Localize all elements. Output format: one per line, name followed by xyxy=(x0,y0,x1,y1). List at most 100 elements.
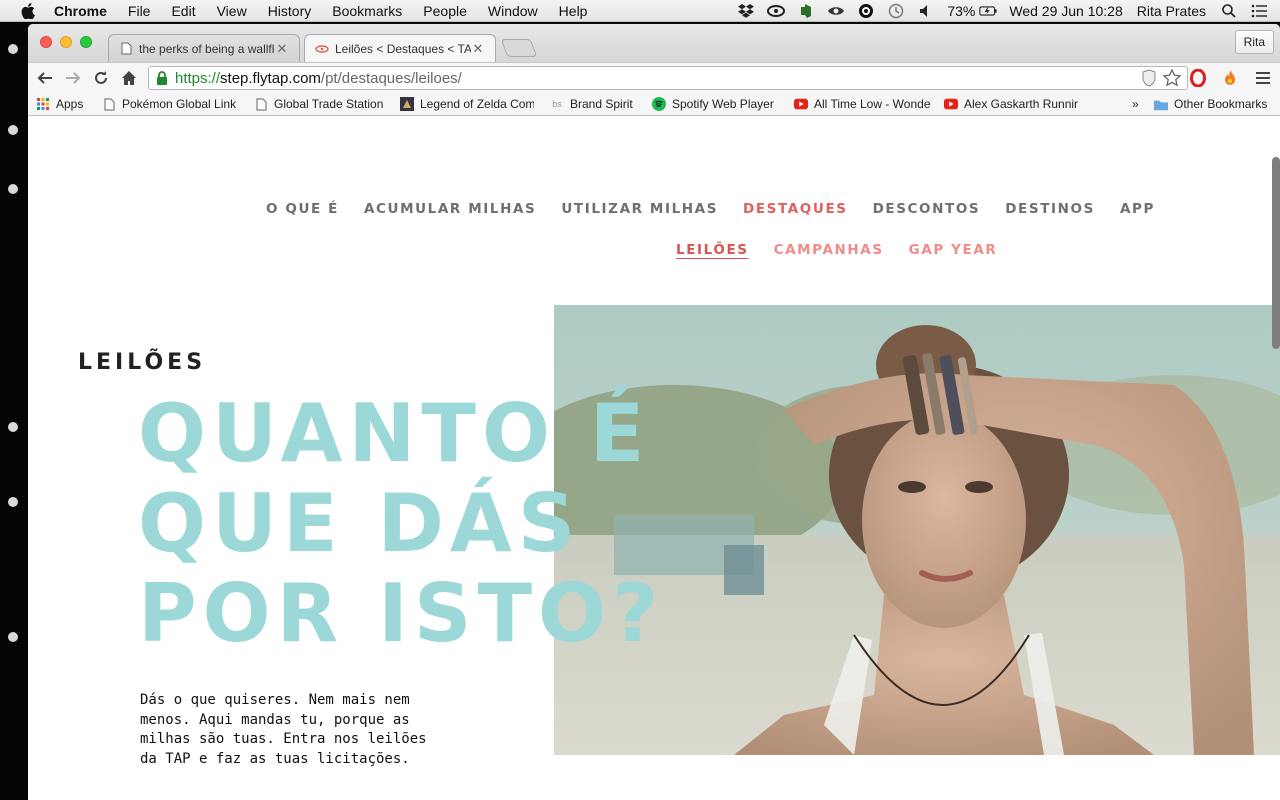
time-machine-icon[interactable] xyxy=(887,3,905,19)
spotify-icon xyxy=(652,97,666,111)
fire-extension-icon[interactable] xyxy=(1220,68,1240,88)
dropbox-icon[interactable] xyxy=(737,3,755,19)
bookmark-star-icon[interactable] xyxy=(1162,68,1182,91)
bookmarks-bar: Apps Pokémon Global Link Global Trade St… xyxy=(28,92,1280,116)
menu-people[interactable]: People xyxy=(423,3,467,19)
apple-icon[interactable] xyxy=(20,2,36,19)
bookmark-other-bookmarks[interactable]: Other Bookmarks xyxy=(1154,96,1272,112)
nav-utilizar-milhas[interactable]: UTILIZAR MILHAS xyxy=(561,201,718,217)
nav-destinos[interactable]: DESTINOS xyxy=(1005,201,1095,217)
tab-strip: the perks of being a wallflo ✕ Leilões <… xyxy=(28,24,1280,62)
clock[interactable]: Wed 29 Jun 10:28 xyxy=(1009,3,1122,19)
profile-button[interactable]: Rita xyxy=(1234,30,1274,54)
folder-icon xyxy=(1154,97,1168,111)
toolbar: https:// step.flytap.com /pt/destaques/l… xyxy=(28,62,1280,92)
nav-acumular-milhas[interactable]: ACUMULAR MILHAS xyxy=(364,201,536,217)
desktop-background xyxy=(0,22,28,800)
notifications-icon[interactable] xyxy=(1250,3,1268,19)
bookmark-spotify-web-player[interactable]: Spotify Web Player xyxy=(652,96,782,112)
evernote-icon[interactable] xyxy=(797,3,815,19)
battery-percent[interactable]: 73% xyxy=(947,3,975,19)
apps-grid-icon xyxy=(36,97,50,111)
web-page: O QUE É ACUMULAR MILHAS UTILIZAR MILHAS … xyxy=(28,117,1280,800)
eye-icon[interactable] xyxy=(827,3,845,19)
reload-icon[interactable] xyxy=(91,68,111,88)
bookmark-label: Apps xyxy=(56,97,84,111)
bookmark-all-time-low[interactable]: All Time Low - Wonde xyxy=(794,96,930,112)
zelda-icon xyxy=(400,97,414,111)
bookmark-legend-of-zelda[interactable]: Legend of Zelda Com xyxy=(400,96,534,112)
youtube-icon xyxy=(944,97,958,111)
menu-view[interactable]: View xyxy=(217,3,247,19)
headline-line: QUE DÁS xyxy=(138,477,582,570)
bookmark-apps[interactable]: Apps xyxy=(36,96,96,112)
tab-wallflower[interactable]: the perks of being a wallflo ✕ xyxy=(108,34,300,62)
url-scheme: https:// xyxy=(175,69,221,87)
bookmark-brand-spirit[interactable]: bs Brand Spirit xyxy=(550,96,640,112)
battery-icon[interactable] xyxy=(979,3,997,19)
url-path: /pt/destaques/leiloes/ xyxy=(320,69,462,87)
menu-edit[interactable]: Edit xyxy=(171,3,195,19)
headline-line: QUANTO É xyxy=(138,387,651,480)
section-label: LEILÕES xyxy=(78,350,207,375)
intro-paragraph: Dás o que quiseres. Nem mais nem menos. … xyxy=(140,692,427,767)
new-tab-button[interactable] xyxy=(500,39,538,57)
menu-file[interactable]: File xyxy=(128,3,151,19)
nav-descontos[interactable]: DESCONTOS xyxy=(873,201,981,217)
zoom-window-button[interactable] xyxy=(80,36,92,48)
bs-icon: bs xyxy=(552,99,562,109)
page-icon xyxy=(102,97,116,111)
bookmark-global-trade-station[interactable]: Global Trade Station xyxy=(254,96,394,112)
lock-icon[interactable] xyxy=(155,70,169,86)
nav-app[interactable]: APP xyxy=(1120,201,1155,217)
tap-logo-icon xyxy=(315,42,329,56)
subnav-campanhas[interactable]: CAMPANHAS xyxy=(774,242,884,258)
home-icon[interactable] xyxy=(119,68,139,88)
tab-leiloes[interactable]: Leilões < Destaques < TAP ✕ xyxy=(304,34,496,62)
url-host: step.flytap.com xyxy=(220,69,321,87)
browser-window: the perks of being a wallflo ✕ Leilões <… xyxy=(28,24,1280,800)
opera-icon[interactable] xyxy=(1188,68,1208,88)
user-name[interactable]: Rita Prates xyxy=(1137,3,1206,19)
menu-history[interactable]: History xyxy=(268,3,312,19)
address-bar[interactable]: https:// step.flytap.com /pt/destaques/l… xyxy=(148,66,1188,90)
volume-icon[interactable] xyxy=(917,3,935,19)
menu-window[interactable]: Window xyxy=(488,3,538,19)
shield-icon[interactable] xyxy=(1141,69,1157,91)
bookmark-label: Pokémon Global Link xyxy=(122,97,237,111)
youtube-icon xyxy=(794,97,808,111)
spotlight-icon[interactable] xyxy=(1220,3,1238,19)
page-scrollbar[interactable] xyxy=(1272,157,1280,349)
at-icon[interactable] xyxy=(857,3,875,19)
bookmark-alex-gaskarth[interactable]: Alex Gaskarth Runnir xyxy=(944,96,1080,112)
close-tab-icon[interactable]: ✕ xyxy=(471,41,485,57)
bookmark-label: Brand Spirit xyxy=(570,97,633,111)
page-icon xyxy=(119,42,133,56)
bookmark-label: All Time Low - Wonde xyxy=(814,97,930,111)
bookmark-label: Legend of Zelda Com xyxy=(420,97,534,111)
subnav-leiloes[interactable]: LEILÕES xyxy=(676,242,749,258)
close-tab-icon[interactable]: ✕ xyxy=(275,41,289,57)
tab-title: Leilões < Destaques < TAP xyxy=(335,41,471,56)
creative-cloud-icon[interactable] xyxy=(767,3,786,19)
menu-help[interactable]: Help xyxy=(559,3,588,19)
menubar: Chrome File Edit View History Bookmarks … xyxy=(0,0,1280,22)
main-nav: O QUE É ACUMULAR MILHAS UTILIZAR MILHAS … xyxy=(266,201,1180,217)
sub-nav: LEILÕES CAMPANHAS GAP YEAR xyxy=(676,242,1022,258)
back-icon[interactable] xyxy=(35,68,55,88)
menu-bookmarks[interactable]: Bookmarks xyxy=(332,3,402,19)
bookmark-pokemon-global-link[interactable]: Pokémon Global Link xyxy=(102,96,252,112)
bookmarks-overflow-button[interactable]: » xyxy=(1132,96,1144,112)
subnav-gap-year[interactable]: GAP YEAR xyxy=(909,242,998,258)
close-window-button[interactable] xyxy=(40,36,52,48)
menu-hamburger-icon[interactable] xyxy=(1253,68,1273,88)
nav-o-que-e[interactable]: O QUE É xyxy=(266,201,339,217)
nav-destaques[interactable]: DESTAQUES xyxy=(743,201,848,217)
headline-line: POR ISTO? xyxy=(138,567,665,660)
minimize-window-button[interactable] xyxy=(60,36,72,48)
menu-app-name[interactable]: Chrome xyxy=(54,3,107,19)
bookmark-label: Alex Gaskarth Runnir xyxy=(964,97,1079,111)
forward-icon[interactable] xyxy=(63,68,83,88)
page-icon xyxy=(254,97,268,111)
bookmark-label: Global Trade Station xyxy=(274,97,384,111)
